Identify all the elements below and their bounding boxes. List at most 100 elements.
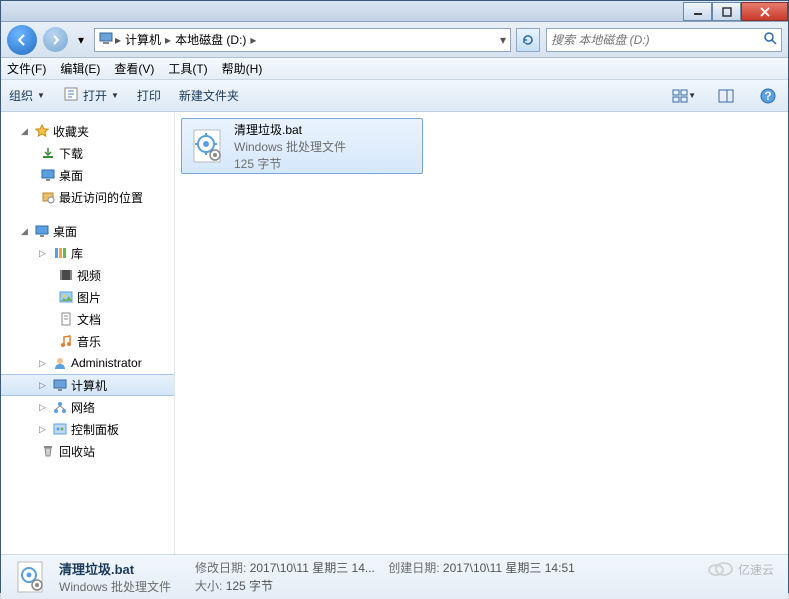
breadcrumb-computer[interactable]: 计算机: [121, 31, 165, 48]
recent-icon: [39, 190, 57, 204]
search-input[interactable]: [551, 33, 763, 47]
file-list-area[interactable]: 清理垃圾.bat Windows 批处理文件 125 字节: [175, 112, 788, 554]
tree-label: 库: [69, 245, 83, 262]
search-box[interactable]: [546, 28, 782, 52]
details-pane: 清理垃圾.bat Windows 批处理文件 修改日期: 2017\10\11 …: [1, 554, 788, 599]
toolbar-open-label: 打开: [83, 87, 107, 104]
bat-file-icon: [186, 124, 230, 168]
tree-label: Administrator: [69, 356, 142, 370]
crumb-sep-icon: ▸: [250, 33, 256, 47]
chevron-down-icon: ▼: [37, 91, 45, 100]
tree-administrator[interactable]: ▷ Administrator: [1, 352, 174, 374]
tree-documents[interactable]: 文档: [1, 308, 174, 330]
main-area: ◢ 收藏夹 下载 桌面 最近访问的位置 ◢ 桌面 ▷ 库 视: [1, 112, 788, 554]
details-modified-label: 修改日期:: [195, 561, 246, 575]
collapse-icon: ◢: [21, 226, 33, 237]
toolbar-organize-label: 组织: [9, 87, 33, 104]
tree-label: 桌面: [57, 167, 83, 184]
tree-label: 图片: [75, 289, 101, 306]
tree-videos[interactable]: 视频: [1, 264, 174, 286]
tree-music[interactable]: 音乐: [1, 330, 174, 352]
address-dropdown-icon[interactable]: ▾: [500, 33, 506, 47]
watermark: 亿速云: [706, 560, 774, 578]
tree-label: 网络: [69, 399, 95, 416]
search-icon[interactable]: [763, 31, 777, 48]
tree-label: 回收站: [57, 443, 95, 460]
organize-button[interactable]: 组织 ▼: [9, 87, 45, 104]
details-size-value: 125 字节: [226, 579, 273, 593]
star-icon: [33, 124, 51, 138]
navigation-tree: ◢ 收藏夹 下载 桌面 最近访问的位置 ◢ 桌面 ▷ 库 视: [1, 112, 175, 554]
tree-desktop-root[interactable]: ◢ 桌面: [1, 220, 174, 242]
tree-network[interactable]: ▷ 网络: [1, 396, 174, 418]
menu-edit[interactable]: 编辑(E): [60, 60, 100, 77]
nav-history-dropdown[interactable]: ▾: [74, 29, 88, 51]
menu-tools[interactable]: 工具(T): [168, 60, 207, 77]
maximize-button[interactable]: [712, 2, 741, 21]
file-item-selected[interactable]: 清理垃圾.bat Windows 批处理文件 125 字节: [181, 118, 423, 174]
watermark-text: 亿速云: [738, 561, 774, 578]
svg-text:?: ?: [764, 89, 771, 103]
open-button[interactable]: 打开 ▼: [63, 86, 119, 105]
details-modified-value: 2017\10\11 星期三 14...: [250, 561, 375, 575]
expand-icon: ▷: [39, 402, 51, 413]
tree-pictures[interactable]: 图片: [1, 286, 174, 308]
toolbar-newfolder-label: 新建文件夹: [179, 87, 239, 104]
download-icon: [39, 146, 57, 160]
details-size-label: 大小:: [195, 579, 222, 593]
minimize-button[interactable]: [683, 2, 712, 21]
menu-help[interactable]: 帮助(H): [222, 60, 263, 77]
tree-library[interactable]: ▷ 库: [1, 242, 174, 264]
computer-icon: [51, 379, 69, 391]
new-folder-button[interactable]: 新建文件夹: [179, 87, 239, 104]
details-file-name: 清理垃圾.bat: [59, 559, 171, 578]
address-bar[interactable]: ▸ 计算机 ▸ 本地磁盘 (D:) ▸ ▾: [94, 28, 511, 52]
expand-icon: ▷: [39, 380, 51, 391]
document-icon: [57, 312, 75, 326]
toolbar: 组织 ▼ 打开 ▼ 打印 新建文件夹 ▼ ?: [1, 80, 788, 112]
collapse-icon: ◢: [21, 126, 33, 137]
tree-favorites[interactable]: ◢ 收藏夹: [1, 120, 174, 142]
tree-control-panel[interactable]: ▷ 控制面板: [1, 418, 174, 440]
library-icon: [51, 246, 69, 260]
menu-file[interactable]: 文件(F): [7, 60, 46, 77]
help-button[interactable]: ?: [756, 86, 780, 106]
toolbar-print-label: 打印: [137, 87, 161, 104]
details-file-type: Windows 批处理文件: [59, 578, 171, 595]
window-titlebar: [1, 1, 788, 22]
preview-pane-button[interactable]: [714, 86, 738, 106]
desktop-icon: [39, 169, 57, 181]
breadcrumb-drive-d[interactable]: 本地磁盘 (D:): [171, 31, 250, 48]
refresh-button[interactable]: [516, 28, 540, 52]
view-options-button[interactable]: ▼: [672, 86, 696, 106]
music-icon: [57, 334, 75, 348]
recycle-icon: [39, 444, 57, 458]
tree-downloads[interactable]: 下载: [1, 142, 174, 164]
close-button[interactable]: [741, 2, 788, 21]
menu-view[interactable]: 查看(V): [114, 60, 154, 77]
picture-icon: [57, 291, 75, 303]
expand-icon: ▷: [39, 358, 51, 369]
tree-computer[interactable]: ▷ 计算机: [1, 374, 174, 396]
tree-label: 下载: [57, 145, 83, 162]
file-size-label: 125 字节: [234, 155, 418, 172]
nav-forward-button[interactable]: [43, 27, 68, 52]
tree-label: 控制面板: [69, 421, 119, 438]
chevron-down-icon: ▼: [111, 91, 119, 100]
tree-recycle-bin[interactable]: 回收站: [1, 440, 174, 462]
tree-desktop-link[interactable]: 桌面: [1, 164, 174, 186]
print-button[interactable]: 打印: [137, 87, 161, 104]
menu-bar: 文件(F) 编辑(E) 查看(V) 工具(T) 帮助(H): [1, 58, 788, 80]
tree-label: 音乐: [75, 333, 101, 350]
tree-label: 最近访问的位置: [57, 189, 143, 206]
details-created-label: 创建日期:: [388, 561, 439, 575]
tree-label: 视频: [75, 267, 101, 284]
bat-file-icon: [11, 559, 51, 595]
nav-back-button[interactable]: [7, 25, 37, 55]
control-panel-icon: [51, 423, 69, 435]
video-icon: [57, 269, 75, 281]
tree-recent[interactable]: 最近访问的位置: [1, 186, 174, 208]
tree-label: 桌面: [51, 223, 77, 240]
file-type-label: Windows 批处理文件: [234, 138, 418, 155]
network-icon: [51, 400, 69, 414]
